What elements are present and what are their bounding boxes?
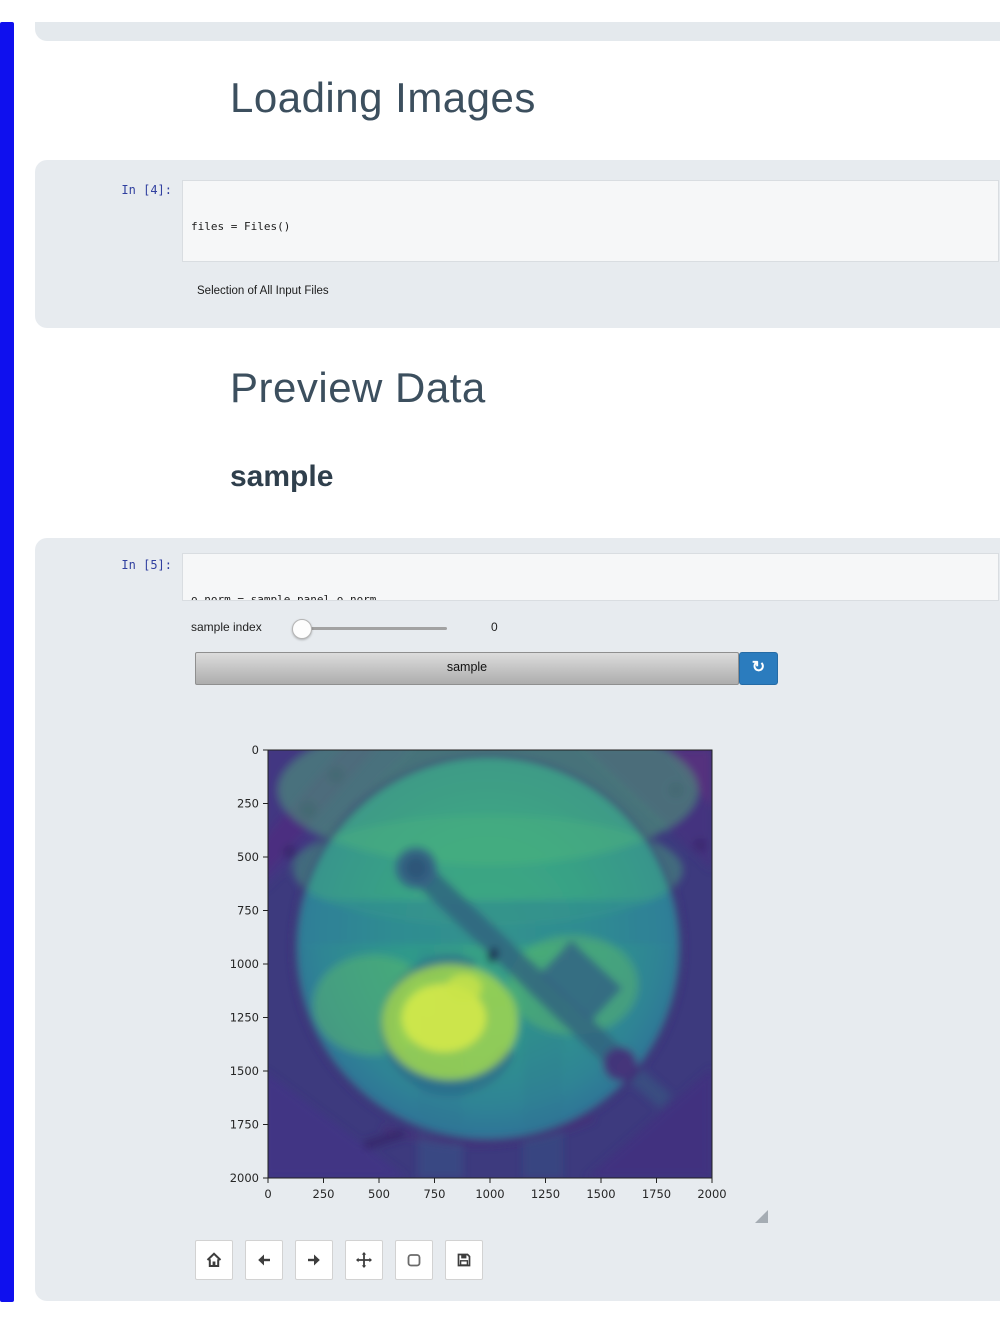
x-tick-labels: 0 250 500 750 1000 1250 1500 1750 2000 [264, 1187, 726, 1201]
cell5-code-input[interactable]: o_norm = sample_panel.o_norm o_norm.plot… [182, 553, 999, 601]
svg-text:1750: 1750 [642, 1187, 671, 1201]
code-cell-4[interactable]: In [4]: files = Files() sample_panel = S… [35, 160, 1000, 328]
pan-button[interactable] [345, 1240, 383, 1280]
svg-text:750: 750 [237, 904, 259, 918]
mpl-toolbar [195, 1240, 483, 1280]
x-tick-marks [267, 1178, 713, 1183]
forward-button[interactable] [295, 1240, 333, 1280]
y-tick-labels: 0 250 500 750 1000 1250 1500 1750 2000 [230, 743, 259, 1185]
previous-cell-bottom [35, 22, 1000, 41]
save-icon [457, 1253, 471, 1267]
cell4-prompt: In [4]: [121, 183, 172, 197]
svg-text:0: 0 [252, 743, 259, 757]
home-icon [206, 1252, 222, 1267]
heading-loading-images: Loading Images [230, 74, 536, 121]
sample-index-slider-value: 0 [491, 620, 498, 634]
svg-text:750: 750 [424, 1187, 446, 1201]
svg-text:1250: 1250 [531, 1187, 560, 1201]
back-arrow-icon [258, 1254, 270, 1266]
refresh-icon: ↻ [751, 659, 766, 676]
back-button[interactable] [245, 1240, 283, 1280]
cell4-code-input[interactable]: files = Files() sample_panel = SampleSel… [182, 180, 999, 262]
home-button[interactable] [195, 1240, 233, 1280]
svg-text:2000: 2000 [230, 1171, 259, 1185]
sample-index-slider-handle[interactable] [292, 619, 312, 639]
zoom-rect-button[interactable] [395, 1240, 433, 1280]
sample-index-slider-label: sample index [191, 620, 262, 634]
pan-icon [356, 1252, 372, 1268]
svg-text:2000: 2000 [697, 1187, 726, 1201]
notebook-page: Loading Images In [4]: files = Files() s… [0, 0, 1000, 1325]
code-line: files = Files() [191, 220, 291, 233]
forward-arrow-icon [308, 1254, 320, 1266]
svg-text:1000: 1000 [475, 1187, 504, 1201]
svg-text:1500: 1500 [230, 1064, 259, 1078]
cell5-prompt: In [5]: [121, 558, 172, 572]
svg-text:1000: 1000 [230, 957, 259, 971]
heading-preview-data: Preview Data [230, 364, 486, 411]
svg-text:1500: 1500 [586, 1187, 615, 1201]
svg-text:1250: 1250 [230, 1011, 259, 1025]
svg-text:500: 500 [237, 850, 259, 864]
save-button[interactable] [445, 1240, 483, 1280]
figure-resize-handle[interactable] [755, 1210, 768, 1223]
svg-text:1750: 1750 [230, 1118, 259, 1132]
y-tick-marks [263, 749, 268, 1179]
sample-image-plot[interactable]: 0 250 500 750 1000 1250 1500 1750 2000 0 [225, 736, 785, 1214]
heading-sample: sample [230, 460, 334, 493]
code-line: o_norm = sample_panel.o_norm [191, 593, 377, 601]
svg-text:250: 250 [237, 797, 259, 811]
active-cell-indicator [0, 22, 14, 1302]
radiograph-image [268, 750, 712, 1178]
refresh-button[interactable]: ↻ [739, 652, 778, 685]
figure-canvas[interactable]: 0 250 500 750 1000 1250 1500 1750 2000 0 [225, 736, 785, 1214]
svg-text:500: 500 [368, 1187, 390, 1201]
sample-index-slider-track[interactable] [302, 627, 447, 630]
svg-text:250: 250 [313, 1187, 335, 1201]
zoom-rect-icon [407, 1254, 421, 1267]
sample-toggle-button[interactable]: sample [195, 652, 739, 685]
svg-text:0: 0 [264, 1187, 271, 1201]
cell4-output-label: Selection of All Input Files [197, 285, 329, 297]
